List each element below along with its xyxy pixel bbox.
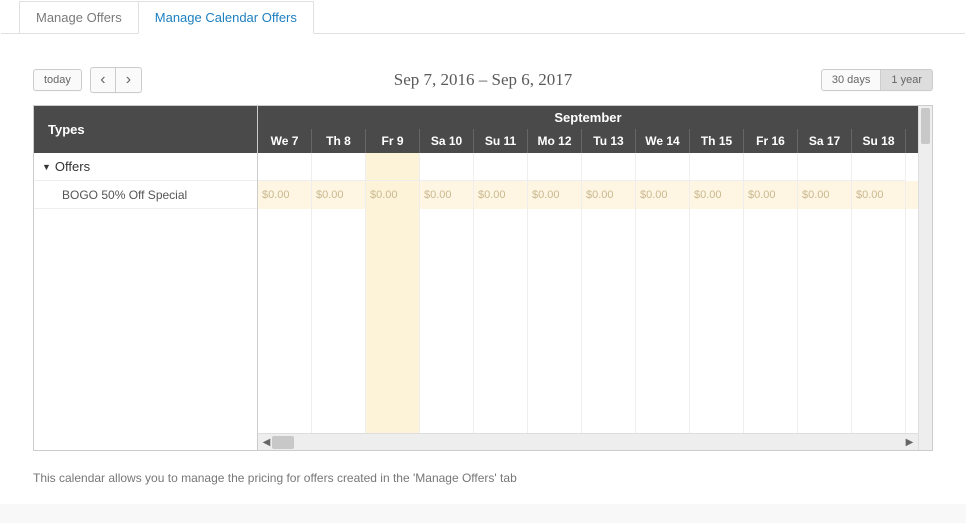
vscroll-thumb[interactable] [921, 108, 930, 144]
day-header-row: We 7Th 8Fr 9Sa 10Su 11Mo 12Tu 13We 14Th … [258, 129, 918, 153]
empty-cell [258, 209, 312, 433]
calendar-grid: Types ▼ Offers BOGO 50% Off Special Sept… [33, 105, 933, 451]
day-header-cell: Fr 16 [744, 129, 798, 153]
content-area: today ‹ › Sep 7, 2016 – Sep 6, 2017 30 d… [1, 35, 965, 485]
price-cell[interactable]: $0.00 [312, 181, 366, 209]
scroll-right-icon[interactable]: ▶ [901, 434, 918, 450]
offers-group-row[interactable]: ▼ Offers [34, 153, 257, 181]
collapse-icon: ▼ [42, 162, 51, 172]
item-value-row: $0.00$0.00$0.00$0.00$0.00$0.00$0.00$0.00… [258, 181, 918, 209]
empty-cell [636, 209, 690, 433]
empty-cell [312, 209, 366, 433]
next-button[interactable]: › [116, 67, 142, 93]
day-header-cell: Th 8 [312, 129, 366, 153]
chevron-right-icon: › [126, 72, 131, 88]
price-cell[interactable]: $0.00 [582, 181, 636, 209]
day-header-cell: We 14 [636, 129, 690, 153]
types-column: Types ▼ Offers BOGO 50% Off Special [34, 106, 258, 450]
prev-button[interactable]: ‹ [90, 67, 116, 93]
empty-cell [744, 209, 798, 433]
empty-cell [528, 209, 582, 433]
offer-row[interactable]: BOGO 50% Off Special [34, 181, 257, 209]
day-header-cell: Th 15 [690, 129, 744, 153]
today-button[interactable]: today [33, 69, 82, 91]
group-cell[interactable] [690, 153, 744, 181]
group-cell[interactable] [420, 153, 474, 181]
empty-cell [690, 209, 744, 433]
day-header-cell: Mo 12 [528, 129, 582, 153]
day-header-cell: Fr 9 [366, 129, 420, 153]
footer-note: This calendar allows you to manage the p… [33, 471, 933, 485]
price-cell[interactable]: $0.00 [420, 181, 474, 209]
price-cell[interactable]: $0.00 [366, 181, 420, 209]
empty-cell [474, 209, 528, 433]
empty-cell [582, 209, 636, 433]
view-30days-button[interactable]: 30 days [821, 69, 882, 91]
tab-bar: Manage Offers Manage Calendar Offers [1, 1, 965, 35]
day-header-cell: Sa 10 [420, 129, 474, 153]
empty-cell [852, 209, 906, 433]
types-header: Types [34, 106, 257, 153]
empty-cell [798, 209, 852, 433]
vertical-scrollbar[interactable] [918, 106, 932, 450]
group-cell[interactable] [474, 153, 528, 181]
view-1year-button[interactable]: 1 year [881, 69, 933, 91]
group-cell[interactable] [582, 153, 636, 181]
tab-manage-calendar-offers[interactable]: Manage Calendar Offers [138, 1, 314, 34]
group-cell[interactable] [258, 153, 312, 181]
group-cell[interactable] [852, 153, 906, 181]
date-range-title: Sep 7, 2016 – Sep 6, 2017 [394, 70, 573, 90]
empty-cell [366, 209, 420, 433]
tab-manage-offers[interactable]: Manage Offers [19, 1, 138, 34]
price-cell[interactable]: $0.00 [690, 181, 744, 209]
price-cell[interactable]: $0.00 [258, 181, 312, 209]
price-cell[interactable]: $0.00 [744, 181, 798, 209]
empty-cell [420, 209, 474, 433]
price-cell[interactable]: $0.00 [474, 181, 528, 209]
price-cell[interactable]: $0.00 [798, 181, 852, 209]
group-cell[interactable] [744, 153, 798, 181]
group-cell[interactable] [636, 153, 690, 181]
hscroll-thumb[interactable] [272, 436, 294, 449]
day-header-cell: We 7 [258, 129, 312, 153]
day-header-cell: Tu 13 [582, 129, 636, 153]
group-cell[interactable] [798, 153, 852, 181]
group-value-row [258, 153, 918, 181]
group-cell[interactable] [312, 153, 366, 181]
calendar-body: September We 7Th 8Fr 9Sa 10Su 11Mo 12Tu … [258, 106, 918, 450]
day-header-cell: Su 18 [852, 129, 906, 153]
price-cell[interactable]: $0.00 [636, 181, 690, 209]
day-header-cell: Sa 17 [798, 129, 852, 153]
chevron-left-icon: ‹ [100, 72, 105, 88]
price-cell[interactable]: $0.00 [528, 181, 582, 209]
calendar-toolbar: today ‹ › Sep 7, 2016 – Sep 6, 2017 30 d… [33, 67, 933, 93]
month-header: September [258, 106, 918, 129]
offers-group-label: Offers [55, 159, 90, 174]
horizontal-scrollbar[interactable]: ◀ ▶ [258, 433, 918, 450]
group-cell[interactable] [528, 153, 582, 181]
group-cell[interactable] [366, 153, 420, 181]
price-cell[interactable]: $0.00 [852, 181, 906, 209]
day-header-cell: Su 11 [474, 129, 528, 153]
